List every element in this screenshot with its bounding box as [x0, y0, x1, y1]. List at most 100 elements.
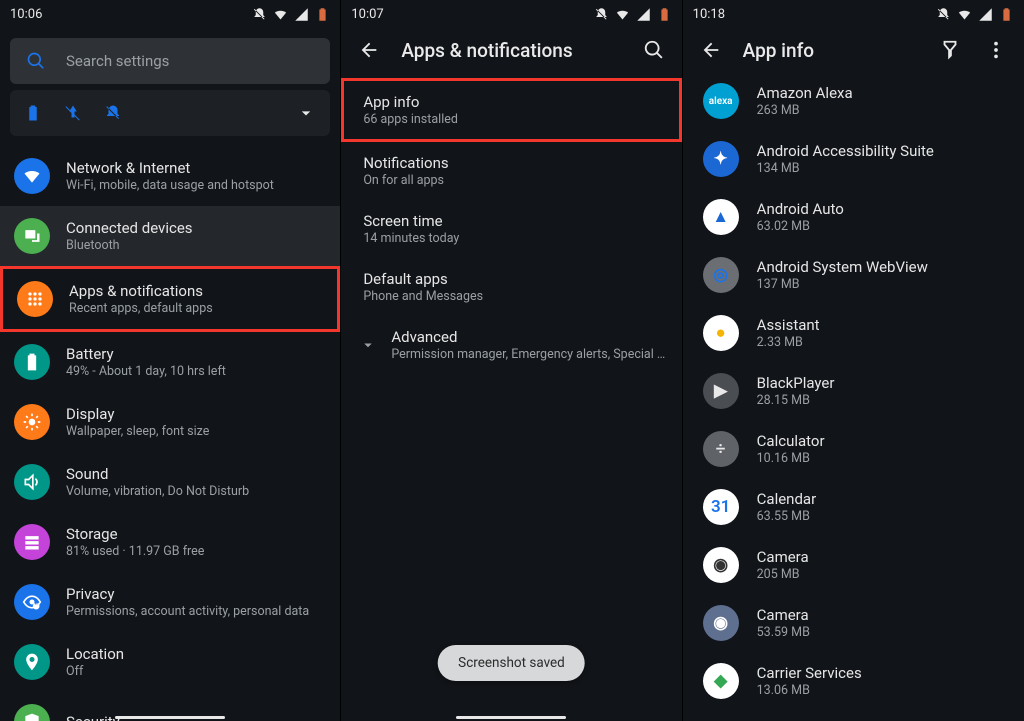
- app-size: 63.02 MB: [757, 219, 844, 234]
- app-row[interactable]: ●Assistant2.33 MB: [683, 304, 1024, 362]
- storage-icon: [22, 532, 42, 552]
- quick-settings-row[interactable]: [10, 90, 330, 136]
- data-saver-icon: [64, 104, 82, 122]
- row-privacy[interactable]: Privacy Permissions, account activity, p…: [0, 572, 340, 632]
- app-list: alexaAmazon Alexa263 MB✦Android Accessib…: [683, 72, 1024, 710]
- apps-icon: [25, 289, 45, 309]
- row-sound[interactable]: Sound Volume, vibration, Do Not Disturb: [0, 452, 340, 512]
- app-name: Camera: [757, 606, 810, 624]
- row-sub: 49% - About 1 day, 10 hrs left: [66, 364, 226, 379]
- row-title: Sound: [66, 465, 249, 483]
- row-sub: Off: [66, 664, 124, 679]
- location-icon: [22, 652, 42, 672]
- row-sub: Recent apps, default apps: [69, 301, 213, 316]
- row-network[interactable]: Network & Internet Wi-Fi, mobile, data u…: [0, 146, 340, 206]
- row-battery[interactable]: Battery 49% - About 1 day, 10 hrs left: [0, 332, 340, 392]
- app-size: 13.06 MB: [757, 683, 862, 698]
- dnd-off-icon: [252, 7, 267, 22]
- app-row[interactable]: ◆Carrier Services13.06 MB: [683, 652, 1024, 710]
- back-button[interactable]: [697, 36, 725, 64]
- toast-screenshot-saved[interactable]: Screenshot saved: [438, 645, 585, 681]
- privacy-icon: [22, 592, 42, 612]
- app-row[interactable]: ◉Camera53.59 MB: [683, 594, 1024, 652]
- app-icon: ▶: [703, 373, 739, 409]
- status-icons: [936, 7, 1014, 22]
- status-bar: 10:18: [683, 0, 1024, 28]
- app-icon: ◎: [703, 257, 739, 293]
- status-icons: [252, 7, 330, 22]
- signal-icon: [636, 7, 651, 22]
- more-vert-icon: [985, 39, 1007, 61]
- row-app-info[interactable]: App info 66 apps installed: [341, 78, 681, 142]
- row-notifications[interactable]: Notifications On for all apps: [341, 142, 681, 200]
- screen-apps-notifications: 10:07 Apps & notifications App info 66 a…: [341, 0, 682, 721]
- row-display[interactable]: Display Wallpaper, sleep, font size: [0, 392, 340, 452]
- back-icon: [358, 39, 380, 61]
- back-icon: [700, 39, 722, 61]
- row-sub: Volume, vibration, Do Not Disturb: [66, 484, 249, 499]
- search-icon: [26, 51, 46, 71]
- app-row[interactable]: ▶BlackPlayer28.15 MB: [683, 362, 1024, 420]
- app-row[interactable]: alexaAmazon Alexa263 MB: [683, 72, 1024, 130]
- app-size: 137 MB: [757, 277, 928, 292]
- screen-settings-home: 10:06 Search settings Network & Internet…: [0, 0, 341, 721]
- app-name: Calculator: [757, 432, 825, 450]
- overflow-button[interactable]: [982, 36, 1010, 64]
- row-title: Apps & notifications: [69, 282, 213, 300]
- clock: 10:18: [693, 7, 725, 22]
- mute-icon: [104, 104, 122, 122]
- row-location[interactable]: Location Off: [0, 632, 340, 692]
- row-title: Location: [66, 645, 124, 663]
- page-title: Apps & notifications: [401, 39, 621, 62]
- display-icon: [22, 412, 42, 432]
- wifi-icon: [957, 7, 972, 22]
- app-name: Assistant: [757, 316, 820, 334]
- app-size: 134 MB: [757, 161, 934, 176]
- search-button[interactable]: [640, 36, 668, 64]
- nav-indicator[interactable]: [115, 716, 225, 719]
- row-title: App info: [363, 93, 662, 111]
- row-title: Battery: [66, 345, 226, 363]
- app-row[interactable]: ▲Android Auto63.02 MB: [683, 188, 1024, 246]
- app-size: 10.16 MB: [757, 451, 825, 466]
- row-title: Screen time: [363, 212, 665, 230]
- app-row[interactable]: ✦Android Accessibility Suite134 MB: [683, 130, 1024, 188]
- row-connected-devices[interactable]: Connected devices Bluetooth: [0, 206, 340, 266]
- battery-icon: [999, 7, 1014, 22]
- app-row[interactable]: ◎Android System WebView137 MB: [683, 246, 1024, 304]
- chevron-down-icon: [296, 103, 316, 123]
- row-storage[interactable]: Storage 81% used · 11.97 GB free: [0, 512, 340, 572]
- app-name: Calendar: [757, 490, 817, 508]
- app-row[interactable]: ◉Camera205 MB: [683, 536, 1024, 594]
- search-settings[interactable]: Search settings: [10, 38, 330, 84]
- row-sub: Bluetooth: [66, 238, 193, 253]
- row-title: Default apps: [363, 270, 665, 288]
- battery-icon: [315, 7, 330, 22]
- row-advanced[interactable]: Advanced Permission manager, Emergency a…: [341, 316, 681, 374]
- row-title: Storage: [66, 525, 204, 543]
- back-button[interactable]: [355, 36, 383, 64]
- row-screen-time[interactable]: Screen time 14 minutes today: [341, 200, 681, 258]
- row-sub: 81% used · 11.97 GB free: [66, 544, 204, 559]
- row-sub: On for all apps: [363, 173, 665, 188]
- dnd-off-icon: [594, 7, 609, 22]
- nav-indicator[interactable]: [456, 716, 566, 719]
- app-row[interactable]: 31Calendar63.55 MB: [683, 478, 1024, 536]
- battery-icon: [22, 352, 42, 372]
- filter-button[interactable]: [936, 36, 964, 64]
- battery-small-icon: [24, 104, 42, 122]
- app-row[interactable]: ÷Calculator10.16 MB: [683, 420, 1024, 478]
- row-sub: Phone and Messages: [363, 289, 665, 304]
- app-size: 63.55 MB: [757, 509, 817, 524]
- row-apps-notifications[interactable]: Apps & notifications Recent apps, defaul…: [0, 266, 340, 332]
- app-size: 53.59 MB: [757, 625, 810, 640]
- wifi-circle-icon: [22, 166, 42, 186]
- page-title: App info: [743, 39, 918, 62]
- battery-icon: [657, 7, 672, 22]
- search-placeholder: Search settings: [66, 52, 169, 70]
- status-icons: [594, 7, 672, 22]
- row-title: Advanced: [391, 328, 665, 346]
- row-default-apps[interactable]: Default apps Phone and Messages: [341, 258, 681, 316]
- row-sub: Permissions, account activity, personal …: [66, 604, 309, 619]
- toast-text: Screenshot saved: [458, 655, 565, 671]
